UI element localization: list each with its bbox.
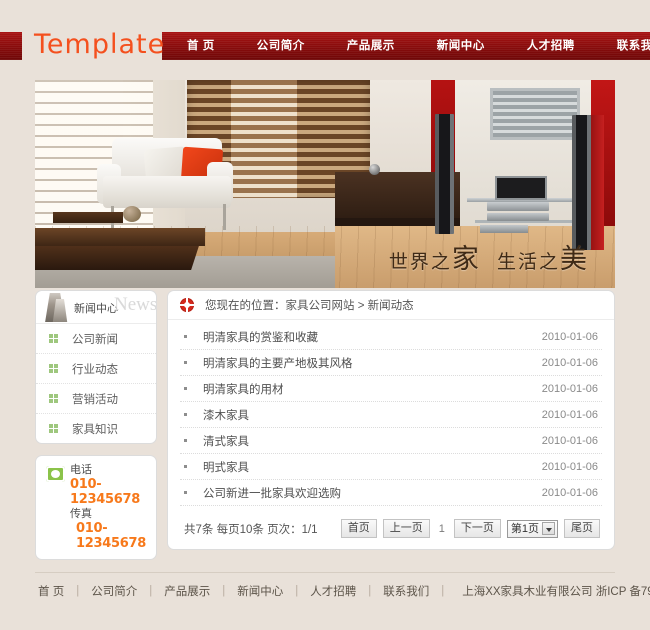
sidebar-item-marketing[interactable]: 营销活动 (36, 384, 156, 414)
footer-link-contact[interactable]: 联系我们 (371, 583, 441, 599)
pagination-controls: 首页 上一页 1 下一页 第1页 尾页 (340, 519, 600, 538)
pagination-page-select-value: 第1页 (510, 522, 539, 535)
banner-slogan-big1: 家 (451, 244, 481, 275)
banner-slogan-big2: 美 (560, 244, 589, 275)
news-list-item[interactable]: 明清家具的赏鉴和收藏 2010-01-06 (180, 324, 602, 350)
news-list-item[interactable]: 明清家具的用材 2010-01-06 (180, 376, 602, 402)
news-title[interactable]: 明式家具 (203, 459, 542, 475)
news-title[interactable]: 清式家具 (203, 433, 542, 449)
nav-item-jobs[interactable]: 人才招聘 (506, 33, 596, 59)
footer-divider (35, 572, 615, 573)
sidebar-item-furniture-knowledge[interactable]: 家具知识 (36, 414, 156, 443)
bullet-icon (184, 491, 187, 494)
news-date: 2010-01-06 (541, 434, 598, 447)
news-date: 2010-01-06 (541, 382, 598, 395)
dots-icon (49, 394, 58, 403)
fax-number: 010-12345678 (76, 521, 146, 551)
main-area: 新闻中心 News 公司新闻 行业动态 营销活动 家具知识 电话 010-123… (35, 290, 615, 560)
news-date: 2010-01-06 (541, 330, 598, 343)
footer-separator: | (441, 585, 445, 597)
breadcrumb-text: 您现在的位置：家具公司网站 > 新闻动态 (205, 300, 414, 312)
pagination-page-select[interactable]: 第1页 (506, 519, 558, 538)
pagination-first-button[interactable]: 首页 (340, 519, 377, 538)
news-title[interactable]: 明清家具的主要产地极其风格 (203, 355, 542, 371)
footer-link-news[interactable]: 新闻中心 (225, 583, 295, 599)
sidebar-item-company-news[interactable]: 公司新闻 (36, 324, 156, 354)
nav-item-about[interactable]: 公司简介 (236, 33, 326, 59)
lifebuoy-icon (180, 298, 194, 312)
sidebar-news-panel: 新闻中心 News 公司新闻 行业动态 营销活动 家具知识 (35, 290, 157, 444)
pagination: 共7条 每页10条 页次：1/1 首页 上一页 1 下一页 第1页 尾页 (168, 506, 614, 549)
news-title[interactable]: 明清家具的用材 (203, 381, 542, 397)
bullet-icon (184, 413, 187, 416)
news-date: 2010-01-06 (541, 408, 598, 421)
phone-label: 电话 (70, 464, 92, 476)
sidebar-item-industry-news[interactable]: 行业动态 (36, 354, 156, 384)
primary-nav: 首 页 公司简介 产品展示 新闻中心 人才招聘 联系我们 (166, 33, 650, 59)
footer-link-about[interactable]: 公司简介 (79, 583, 149, 599)
news-date: 2010-01-06 (541, 486, 598, 499)
sidebar-subtitle: News (114, 294, 156, 315)
news-date: 2010-01-06 (541, 460, 598, 473)
pagination-next-button[interactable]: 下一页 (453, 519, 501, 538)
nav-item-products[interactable]: 产品展示 (326, 33, 416, 59)
nav-item-home[interactable]: 首 页 (166, 33, 236, 59)
sidebar-item-label: 家具知识 (72, 423, 118, 436)
sidebar-item-label: 营销活动 (72, 393, 118, 406)
banner-slogan-part2: 生活之 (496, 251, 560, 273)
fax-label: 传真 (70, 508, 92, 520)
telephone-icon (46, 466, 65, 482)
news-list-item[interactable]: 明式家具 2010-01-06 (180, 454, 602, 480)
news-title[interactable]: 公司新进一批家具欢迎选购 (203, 485, 542, 501)
news-list: 明清家具的赏鉴和收藏 2010-01-06 明清家具的主要产地极其风格 2010… (168, 320, 614, 506)
bullet-icon (184, 465, 187, 468)
sidebar-item-label: 公司新闻 (72, 333, 118, 346)
nav-item-contact[interactable]: 联系我们 (596, 33, 650, 59)
breadcrumb: 您现在的位置：家具公司网站 > 新闻动态 (168, 291, 614, 320)
site-header: Template 首 页 公司简介 产品展示 新闻中心 人才招聘 联系我们 (0, 0, 650, 72)
bullet-icon (184, 361, 187, 364)
news-list-item[interactable]: 清式家具 2010-01-06 (180, 428, 602, 454)
sidebar-title: 新闻中心 (74, 303, 118, 315)
footer-link-jobs[interactable]: 人才招聘 (298, 583, 368, 599)
bullet-icon (184, 335, 187, 338)
news-list-item[interactable]: 公司新进一批家具欢迎选购 2010-01-06 (180, 480, 602, 506)
pagination-current-page[interactable]: 1 (436, 523, 448, 535)
footer-copyright: 上海XX家具木业有限公司 浙ICP 备7998888号 版权所有 2010 (462, 586, 650, 598)
news-title[interactable]: 漆木家具 (203, 407, 542, 423)
news-list-item[interactable]: 明清家具的主要产地极其风格 2010-01-06 (180, 350, 602, 376)
sidebar-header: 新闻中心 News (36, 291, 156, 324)
footer-link-products[interactable]: 产品展示 (152, 583, 222, 599)
hero-banner: 世界之家 生活之美 (35, 80, 615, 288)
sidebar: 新闻中心 News 公司新闻 行业动态 营销活动 家具知识 电话 010-123… (35, 290, 157, 560)
news-title[interactable]: 明清家具的赏鉴和收藏 (203, 329, 542, 345)
pagination-prev-button[interactable]: 上一页 (382, 519, 430, 538)
nav-item-news[interactable]: 新闻中心 (416, 33, 506, 59)
banner-slogan: 世界之家 生活之美 (55, 237, 615, 276)
pagination-info: 共7条 每页10条 页次：1/1 (184, 523, 318, 536)
site-logo[interactable]: Template (34, 28, 165, 62)
news-list-item[interactable]: 漆木家具 2010-01-06 (180, 402, 602, 428)
bullet-icon (184, 439, 187, 442)
dots-icon (49, 334, 58, 343)
dots-icon (49, 364, 58, 373)
contact-panel: 电话 010-12345678 传真 010-12345678 (35, 455, 157, 560)
chevron-down-icon (542, 522, 555, 535)
footer-link-home[interactable]: 首 页 (35, 583, 76, 599)
pagination-last-button[interactable]: 尾页 (564, 519, 600, 538)
content-panel: 您现在的位置：家具公司网站 > 新闻动态 明清家具的赏鉴和收藏 2010-01-… (167, 290, 615, 550)
phone-number: 010-12345678 (70, 477, 140, 507)
news-date: 2010-01-06 (541, 356, 598, 369)
banner-slogan-part1: 世界之 (388, 251, 452, 273)
site-footer: 首 页 | 公司简介 | 产品展示 | 新闻中心 | 人才招聘 | 联系我们 |… (35, 583, 650, 599)
sidebar-item-label: 行业动态 (72, 363, 118, 376)
bullet-icon (184, 387, 187, 390)
dots-icon (49, 424, 58, 433)
